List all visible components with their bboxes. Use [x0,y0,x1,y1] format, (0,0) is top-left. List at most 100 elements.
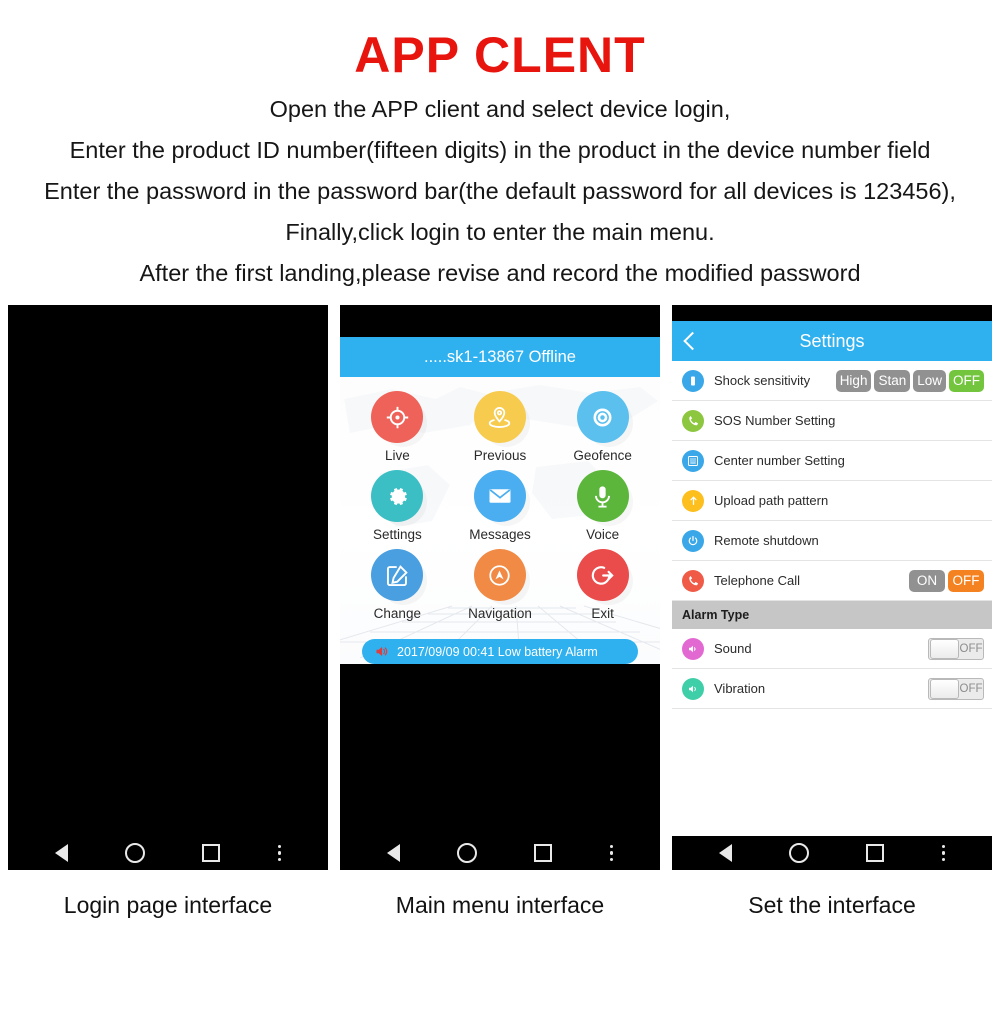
crosshair-icon [371,391,424,444]
phone-green-icon [682,409,704,432]
settings-title: Settings [799,330,865,351]
settings-title-bar: Settings [672,321,992,362]
intro-line-2: Enter the product ID number(fifteen digi… [69,137,931,164]
settings-label-sound: Sound [714,641,752,657]
pill-low[interactable]: Low [913,369,946,392]
envelope-icon [473,470,526,523]
main-menu-screen: .....sk1-13867 Offline Live Previous Geo… [340,337,660,665]
settings-label-telephone-call: Telephone Call [714,573,801,589]
toggle-sound[interactable]: OFF [928,637,984,660]
settings-label-upload-path: Upload path pattern [714,493,829,509]
menu-item-live[interactable]: Live [346,391,449,463]
menu-label-live: Live [384,448,410,464]
intro-line-1: Open the APP client and select device lo… [269,96,731,122]
settings-label-sos-number: SOS Number Setting [714,413,836,429]
home-circle-icon[interactable] [457,843,478,864]
alarm-banner-text: 2017/09/09 00:41 Low battery Alarm [397,644,598,659]
upload-icon [682,489,704,512]
pill-high[interactable]: High [835,369,872,392]
sound-icon [682,637,704,660]
menu-label-messages: Messages [469,527,531,543]
radar-icon [576,391,629,444]
section-header-alarm-type: Alarm Type [672,601,992,630]
pill-on[interactable]: ON [909,569,945,592]
caption-settings: Set the interface [748,892,916,919]
toggle-state-vibration: OFF [959,682,983,695]
pill-off[interactable]: OFF [949,369,984,392]
route-pin-icon [473,391,526,444]
page-header: APP CLENT Open the APP client and select… [0,30,1000,289]
phone-column-menu: .....sk1-13867 Offline Live Previous Geo… [340,305,660,919]
back-triangle-icon[interactable] [718,844,732,863]
toggle-knob [930,638,959,659]
menu-grid: Live Previous Geofence Settings Messages… [340,377,660,621]
android-navbar-settings [672,836,992,871]
alarm-banner[interactable]: 2017/09/09 00:41 Low battery Alarm [362,639,638,665]
overflow-dots-icon[interactable] [941,844,946,862]
power-icon [682,529,704,552]
compass-up-icon [473,549,526,602]
phone-column-login: GPS 961118010013867 [8,305,328,919]
menu-label-change: Change [373,606,421,622]
menu-item-voice[interactable]: Voice [551,470,654,542]
android-navbar-login [8,836,328,871]
caption-login: Login page interface [63,892,273,919]
menu-item-previous[interactable]: Previous [449,391,552,463]
home-circle-icon[interactable] [125,843,146,864]
settings-label-center-number: Center number Setting [714,453,845,469]
toggle-state-sound: OFF [959,642,983,655]
status-bar [672,305,992,322]
toggle-vibration[interactable]: OFF [928,677,984,700]
settings-row-upload-path[interactable]: Upload path pattern [672,481,992,522]
phone-red-icon [682,569,704,592]
settings-row-remote-shutdown[interactable]: Remote shutdown [672,521,992,562]
intro-line-4: Finally,click login to enter the main me… [285,219,715,246]
intro-line-5: After the first landing,please revise an… [139,260,861,287]
settings-row-shock-sensitivity[interactable]: Shock sensitivity High Stan Low OFF [672,361,992,402]
toggle-knob [930,678,959,699]
settings-row-vibration[interactable]: Vibration OFF [672,669,992,710]
phone-frame-settings: Settings Shock sensitivity High Stan Low… [672,305,992,871]
edit-icon [371,549,424,602]
gear-icon [371,470,424,523]
overflow-dots-icon[interactable] [277,844,282,862]
keypad-icon [682,449,704,472]
overflow-dots-icon[interactable] [609,844,614,862]
device-title-bar: .....sk1-13867 Offline [340,337,660,378]
settings-label-vibration: Vibration [714,681,766,697]
settings-row-telephone-call[interactable]: Telephone Call ON OFF [672,561,992,602]
settings-row-center-number[interactable]: Center number Setting [672,441,992,482]
vibration-icon [682,677,704,700]
settings-row-sound[interactable]: Sound OFF [672,629,992,670]
microphone-icon [576,470,629,523]
telephone-call-options: ON OFF [909,569,984,592]
pill-stan[interactable]: Stan [874,369,911,392]
menu-label-navigation: Navigation [468,606,532,622]
speaker-icon [374,644,389,659]
settings-label-remote-shutdown: Remote shutdown [714,533,819,549]
menu-item-settings[interactable]: Settings [346,470,449,542]
menu-item-geofence[interactable]: Geofence [551,391,654,463]
menu-item-navigation[interactable]: Navigation [449,549,552,621]
recent-square-icon[interactable] [534,844,553,863]
menu-label-voice: Voice [586,527,620,543]
back-triangle-icon[interactable] [386,844,400,863]
menu-item-messages[interactable]: Messages [449,470,552,542]
exit-icon [576,549,629,602]
pill-off[interactable]: OFF [948,569,984,592]
intro-text-block: Open the APP client and select device lo… [0,94,1000,289]
menu-item-exit[interactable]: Exit [551,549,654,621]
recent-square-icon[interactable] [866,844,885,863]
phone-frame-login: GPS 961118010013867 [8,305,328,871]
status-bar [340,305,660,322]
caption-menu: Main menu interface [395,892,605,919]
back-triangle-icon[interactable] [54,844,68,863]
menu-item-change[interactable]: Change [346,549,449,621]
android-navbar-menu [340,836,660,871]
menu-label-previous: Previous [473,448,527,464]
recent-square-icon[interactable] [202,844,221,863]
page-title: APP CLENT [354,27,646,83]
intro-line-3: Enter the password in the password bar(t… [44,178,956,205]
settings-row-sos-number[interactable]: SOS Number Setting [672,401,992,442]
home-circle-icon[interactable] [789,843,810,864]
